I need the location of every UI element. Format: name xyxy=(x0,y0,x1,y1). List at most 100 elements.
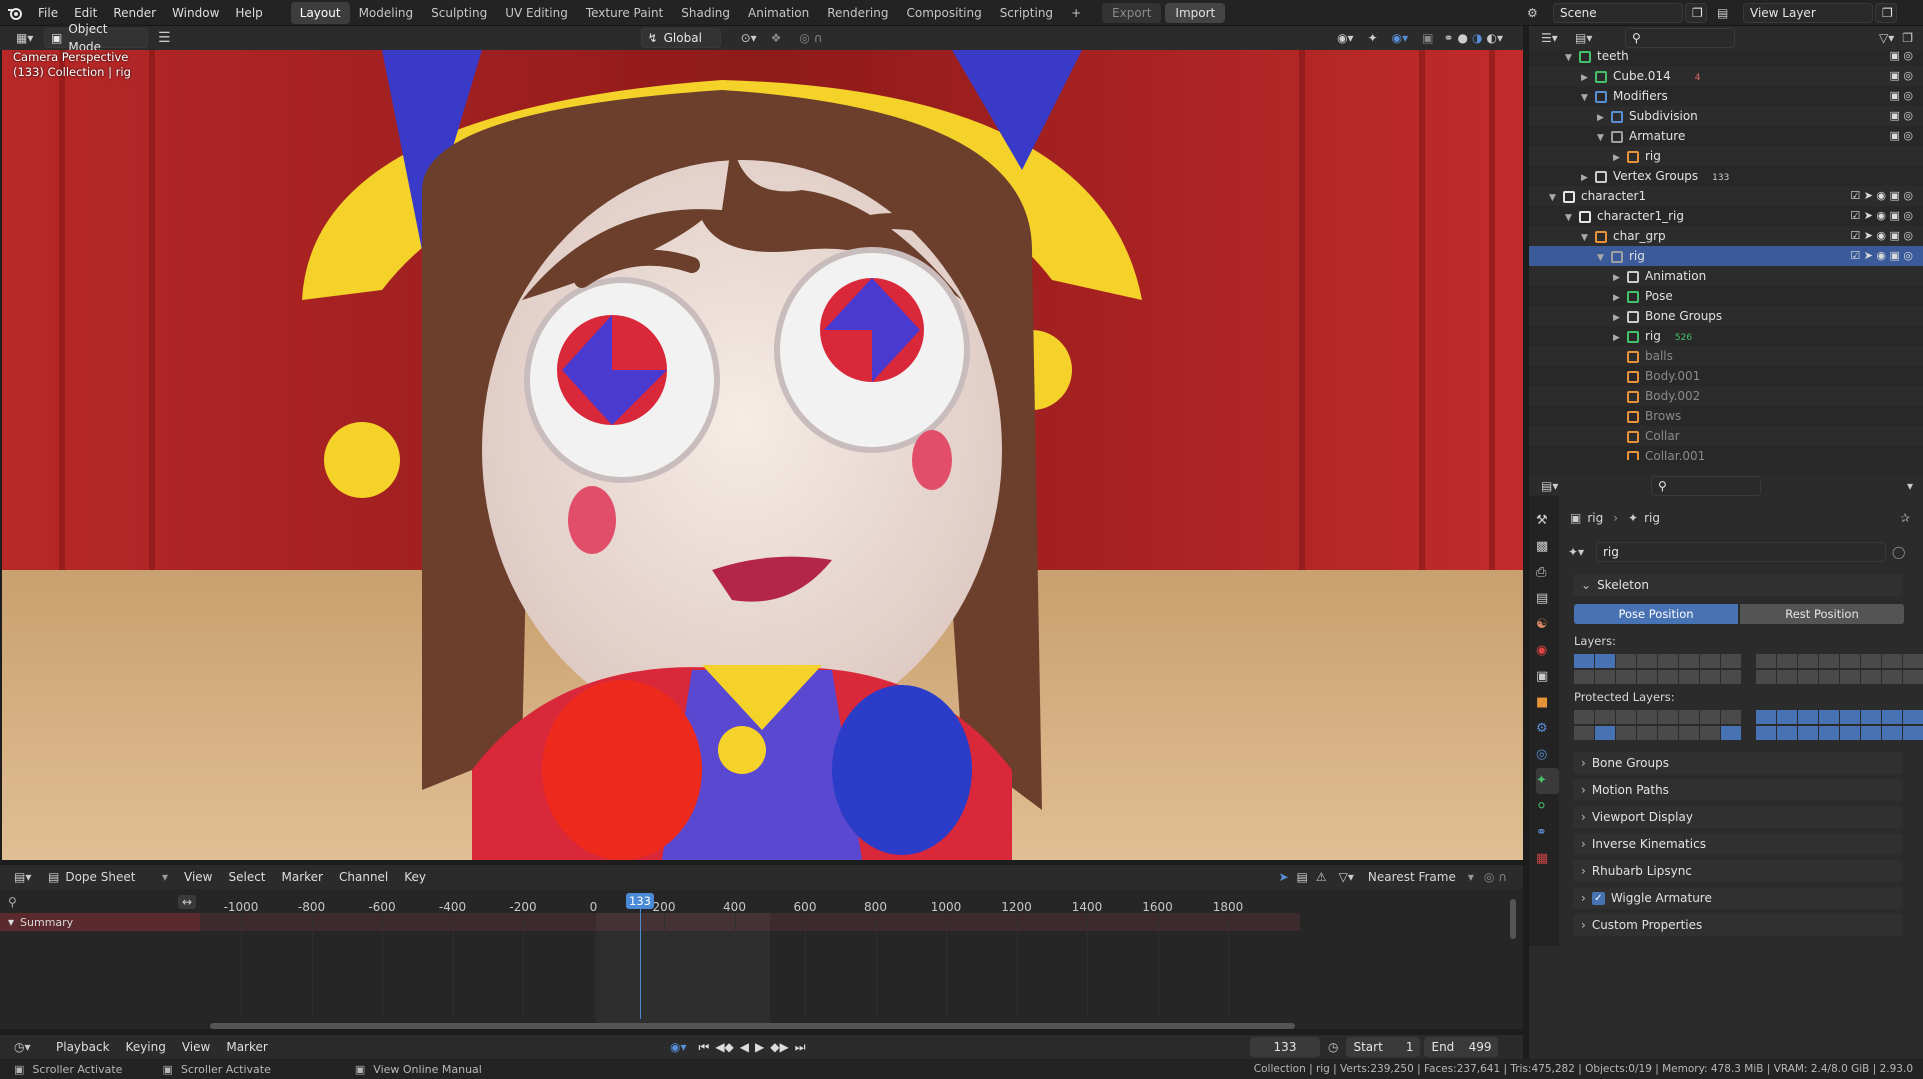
layer-toggle[interactable] xyxy=(1903,654,1923,668)
restriction-toggles[interactable]: ☑ ➤ ◉ ▣ ◎ xyxy=(1850,246,1913,266)
layer-toggle[interactable] xyxy=(1637,710,1657,724)
protected-layers-grid[interactable] xyxy=(1574,710,1923,744)
dopesheet-menu-key[interactable]: Key xyxy=(396,864,434,890)
jump-end-icon[interactable]: ⏭ xyxy=(795,1040,806,1055)
outliner-row[interactable]: balls xyxy=(1529,346,1923,366)
modifier-tab-icon[interactable]: ⚙ xyxy=(1536,716,1559,742)
xray-icon[interactable]: ▣ xyxy=(1422,31,1433,45)
tool-tab-icon[interactable]: ⚒ xyxy=(1536,508,1559,534)
outliner-row[interactable]: Body.001 xyxy=(1529,366,1923,386)
current-frame-field[interactable]: 133 xyxy=(1250,1037,1320,1057)
restriction-toggles[interactable]: ▣ ◎ xyxy=(1890,126,1914,146)
skeleton-panel-header[interactable]: ⌄ Skeleton xyxy=(1573,574,1903,596)
object-tab-icon[interactable]: ■ xyxy=(1536,690,1559,716)
expand-arrow-icon[interactable]: ▶ xyxy=(1581,168,1595,188)
menu-file[interactable]: File xyxy=(30,0,66,26)
panel-bone-groups[interactable]: › Bone Groups xyxy=(1573,752,1903,774)
restriction-toggles[interactable]: ▣ ◎ xyxy=(1890,50,1914,66)
outliner-row[interactable]: ▶ Animation xyxy=(1529,266,1923,286)
viewport-3d[interactable]: Camera Perspective (133) Collection | ri… xyxy=(2,50,1523,860)
outliner-row[interactable]: ▼ character1 ☑ ➤ ◉ ▣ ◎ xyxy=(1529,186,1923,206)
layer-toggle[interactable] xyxy=(1882,670,1902,684)
dopesheet-mode-selector[interactable]: ▤ Dope Sheet ▾ xyxy=(48,870,168,884)
panel-wiggle-armature[interactable]: › ✓ Wiggle Armature xyxy=(1573,887,1903,909)
armature-datablock-icon[interactable]: ✦▾ xyxy=(1568,545,1596,559)
tab-rendering[interactable]: Rendering xyxy=(818,2,897,24)
texture-tab-icon[interactable]: ▦ xyxy=(1536,846,1559,872)
layer-toggle[interactable] xyxy=(1721,670,1741,684)
jump-next-key-icon[interactable]: ◆▶ xyxy=(770,1040,788,1054)
pin-icon[interactable]: ✰ xyxy=(1900,511,1910,525)
scene-icon[interactable]: ⚙ xyxy=(1527,6,1553,20)
outliner-row[interactable]: ▼ Armature ▣ ◎ xyxy=(1529,126,1923,146)
expand-arrow-icon[interactable]: ▼ xyxy=(1597,248,1611,268)
outliner-editor-icon[interactable]: ☰▾ xyxy=(1541,31,1575,45)
view-layer-tab-icon[interactable]: ▤ xyxy=(1536,586,1559,612)
layer-toggle[interactable] xyxy=(1616,670,1636,684)
proportional-icon[interactable]: ◎ ∩ xyxy=(799,31,822,45)
layer-toggle[interactable] xyxy=(1679,710,1699,724)
layer-toggle[interactable] xyxy=(1819,670,1839,684)
new-collection-icon[interactable]: ❐ xyxy=(1902,31,1913,45)
mode-selector[interactable]: ▣ Object Mode xyxy=(44,22,148,54)
layer-toggle[interactable] xyxy=(1637,670,1657,684)
expand-arrow-icon[interactable]: ▶ xyxy=(1613,268,1627,288)
output-tab-icon[interactable]: ⎙ xyxy=(1536,560,1559,586)
transform-orientation[interactable]: ↯ Global xyxy=(640,28,721,48)
layer-toggle[interactable] xyxy=(1840,726,1860,740)
expand-arrow-icon[interactable]: ▼ xyxy=(1549,188,1563,208)
tab-modeling[interactable]: Modeling xyxy=(350,2,423,24)
tab-shading[interactable]: Shading xyxy=(672,2,739,24)
playhead[interactable] xyxy=(640,899,641,1019)
dopesheet-menu-channel[interactable]: Channel xyxy=(331,864,396,890)
layer-toggle[interactable] xyxy=(1819,710,1839,724)
layer-toggle[interactable] xyxy=(1777,670,1797,684)
outliner-row[interactable]: Collar.001 xyxy=(1529,446,1923,460)
swap-icon[interactable]: ↔ xyxy=(178,895,197,909)
layer-toggle[interactable] xyxy=(1882,726,1902,740)
horizontal-scrollbar[interactable] xyxy=(210,1023,1295,1029)
layer-toggle[interactable] xyxy=(1637,654,1657,668)
jump-start-icon[interactable]: ⏮ xyxy=(699,1040,710,1055)
layer-toggle[interactable] xyxy=(1574,654,1594,668)
layer-toggle[interactable] xyxy=(1574,670,1594,684)
outliner-row[interactable]: ▶ Cube.014 4 ▣ ◎ xyxy=(1529,66,1923,86)
layer-toggle[interactable] xyxy=(1700,670,1720,684)
properties-editor-icon[interactable]: ▤▾ xyxy=(1541,479,1571,493)
restriction-toggles[interactable]: ☑ ➤ ◉ ▣ ◎ xyxy=(1850,226,1913,246)
layer-toggle[interactable] xyxy=(1903,726,1923,740)
layer-toggle[interactable] xyxy=(1721,710,1741,724)
layer-toggle[interactable] xyxy=(1658,670,1678,684)
solid-shading-icon[interactable]: ● xyxy=(1458,31,1468,45)
layer-toggle[interactable] xyxy=(1595,710,1615,724)
overlay-icon[interactable]: ◉▾ xyxy=(1392,31,1409,45)
filters-icon[interactable]: ▽▾ xyxy=(1339,870,1354,884)
outliner-row[interactable]: ▶ rig 526 xyxy=(1529,326,1923,346)
tab-sculpting[interactable]: Sculpting xyxy=(422,2,496,24)
layer-toggle[interactable] xyxy=(1756,654,1776,668)
layer-toggle[interactable] xyxy=(1658,726,1678,740)
outliner-row[interactable]: ▶ Bone Groups xyxy=(1529,306,1923,326)
new-scene-button[interactable]: ❐ xyxy=(1685,3,1707,23)
timeline-editor-icon[interactable]: ◷▾ xyxy=(14,1040,48,1054)
panel-motion-paths[interactable]: › Motion Paths xyxy=(1573,779,1903,801)
dopesheet-editor-icon[interactable]: ▤▾ xyxy=(14,870,48,884)
layer-toggle[interactable] xyxy=(1679,654,1699,668)
tab-layout[interactable]: Layout xyxy=(290,1,350,24)
render-tab-icon[interactable]: ▩ xyxy=(1536,534,1559,560)
timeline-menu-playback[interactable]: Playback xyxy=(48,1034,118,1060)
outliner-row[interactable]: ▼ character1_rig ☑ ➤ ◉ ▣ ◎ xyxy=(1529,206,1923,226)
view-layer-field[interactable]: View Layer xyxy=(1743,3,1873,23)
pose-position-button[interactable]: Pose Position xyxy=(1574,604,1738,624)
restriction-toggles[interactable]: ☑ ➤ ◉ ▣ ◎ xyxy=(1850,206,1913,226)
auto-keying-icon[interactable]: ◉▾ xyxy=(670,1040,687,1054)
tab-compositing[interactable]: Compositing xyxy=(897,2,990,24)
outliner-row[interactable]: ▶ Pose xyxy=(1529,286,1923,306)
gizmo-icon[interactable]: ✦ xyxy=(1368,31,1378,45)
outliner-search[interactable]: ⚲ xyxy=(1625,28,1735,48)
end-frame-field[interactable]: End 499 xyxy=(1424,1037,1499,1057)
layer-toggle[interactable] xyxy=(1679,726,1699,740)
layer-toggle[interactable] xyxy=(1721,726,1741,740)
layer-toggle[interactable] xyxy=(1700,654,1720,668)
layer-toggle[interactable] xyxy=(1721,654,1741,668)
